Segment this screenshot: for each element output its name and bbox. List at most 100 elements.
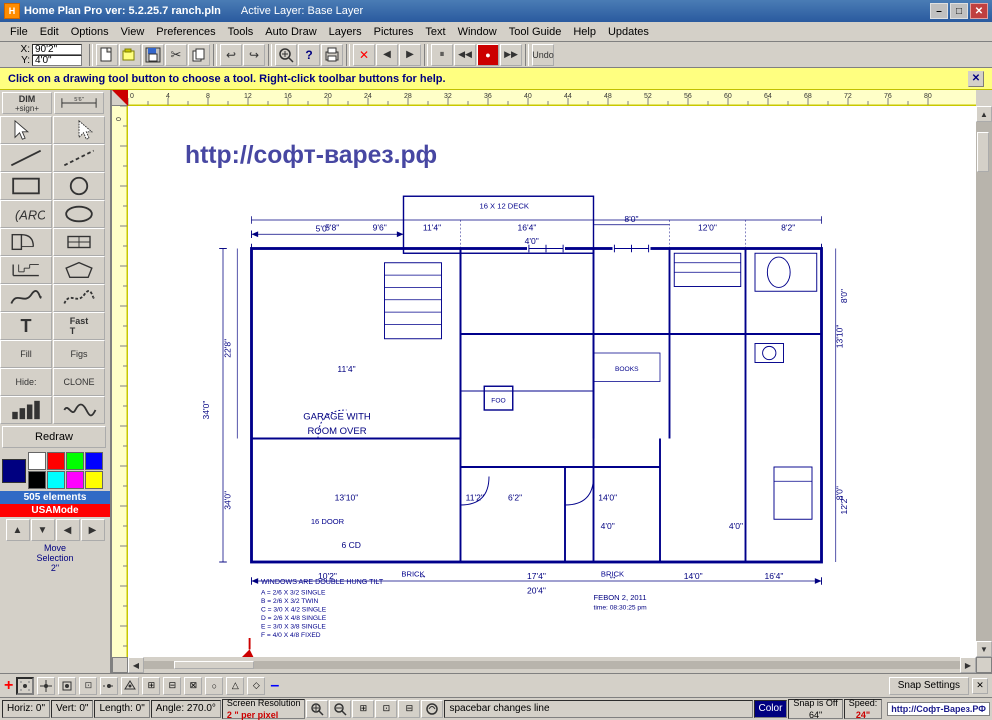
snap-btn-9[interactable]: ⊠ bbox=[184, 677, 202, 695]
menu-layers[interactable]: Layers bbox=[323, 24, 368, 40]
x-input[interactable] bbox=[32, 44, 82, 55]
snap-btn-1[interactable] bbox=[16, 677, 34, 695]
menu-view[interactable]: View bbox=[115, 24, 151, 40]
circle-tool-button[interactable] bbox=[53, 172, 105, 200]
undo2-button[interactable]: Undo bbox=[532, 44, 554, 66]
spline2-tool-button[interactable] bbox=[53, 284, 105, 312]
menu-toolguide[interactable]: Tool Guide bbox=[503, 24, 568, 40]
move-up-button[interactable]: ▲ bbox=[6, 519, 30, 541]
menu-options[interactable]: Options bbox=[65, 24, 115, 40]
snap-btn-5[interactable] bbox=[100, 677, 118, 695]
drawing-canvas[interactable]: .wall { stroke: #00008B; stroke-width: 2… bbox=[128, 106, 976, 657]
color-yellow[interactable] bbox=[85, 471, 103, 489]
color-cyan[interactable] bbox=[47, 471, 65, 489]
line-tool-button[interactable] bbox=[0, 144, 52, 172]
redo-button[interactable]: ↪ bbox=[243, 44, 265, 66]
zoom-in-button[interactable] bbox=[275, 44, 297, 66]
color-black[interactable] bbox=[28, 471, 46, 489]
y-input[interactable] bbox=[32, 55, 82, 66]
color-white[interactable] bbox=[28, 452, 46, 470]
window-tool-button[interactable] bbox=[53, 228, 105, 256]
menu-updates[interactable]: Updates bbox=[602, 24, 655, 40]
rect-tool-button[interactable] bbox=[0, 172, 52, 200]
ffwd-button[interactable]: ▶▶ bbox=[500, 44, 522, 66]
prev-button[interactable]: ◀ bbox=[376, 44, 398, 66]
arc-tool-button[interactable]: (ARC) bbox=[0, 200, 52, 228]
snap-btn-11[interactable]: △ bbox=[226, 677, 244, 695]
print-button[interactable] bbox=[321, 44, 343, 66]
menu-tools[interactable]: Tools bbox=[222, 24, 260, 40]
scroll-down-button[interactable]: ▼ bbox=[976, 641, 992, 657]
save-button[interactable] bbox=[142, 44, 164, 66]
fill-tool-button[interactable]: Fill bbox=[0, 340, 52, 368]
cut-button[interactable]: ✂ bbox=[165, 44, 187, 66]
undo-button[interactable]: ↩ bbox=[220, 44, 242, 66]
zoom-out-button[interactable] bbox=[329, 700, 351, 718]
snap-btn-12[interactable]: ◇ bbox=[247, 677, 265, 695]
view2-button[interactable]: ⊡ bbox=[375, 700, 397, 718]
snap-btn-8[interactable]: ⊟ bbox=[163, 677, 181, 695]
select2-tool-button[interactable] bbox=[53, 116, 105, 144]
copy-button[interactable] bbox=[188, 44, 210, 66]
maximize-button[interactable]: □ bbox=[950, 3, 968, 19]
snap-bar-close[interactable]: ✕ bbox=[972, 678, 988, 694]
poly-tool-button[interactable] bbox=[53, 256, 105, 284]
usa-mode-button[interactable]: USAMode bbox=[0, 504, 110, 517]
next-button[interactable]: ▶ bbox=[399, 44, 421, 66]
help-button[interactable]: ? bbox=[298, 44, 320, 66]
chart-tool-button[interactable] bbox=[0, 396, 52, 424]
scroll-right-button[interactable]: ▶ bbox=[960, 657, 976, 673]
close-button[interactable]: ✕ bbox=[970, 3, 988, 19]
minimize-button[interactable]: – bbox=[930, 3, 948, 19]
menu-text[interactable]: Text bbox=[419, 24, 451, 40]
pause-button[interactable]: ⏸ bbox=[431, 44, 453, 66]
move-rt-button[interactable]: ▶ bbox=[81, 519, 105, 541]
new-button[interactable] bbox=[96, 44, 118, 66]
menu-autodraw[interactable]: Auto Draw bbox=[259, 24, 322, 40]
view3-button[interactable]: ⊟ bbox=[398, 700, 420, 718]
redraw-button[interactable]: Redraw bbox=[2, 426, 106, 448]
select-tool-button[interactable] bbox=[0, 116, 52, 144]
snap-btn-6[interactable] bbox=[121, 677, 139, 695]
text-tool-button[interactable]: T bbox=[0, 312, 52, 340]
wave-tool-button[interactable] bbox=[53, 396, 105, 424]
figs-tool-button[interactable]: Figs bbox=[53, 340, 105, 368]
color-lime[interactable] bbox=[66, 452, 84, 470]
menu-help[interactable]: Help bbox=[567, 24, 602, 40]
scroll-up-button[interactable]: ▲ bbox=[976, 106, 992, 122]
color-magenta[interactable] bbox=[66, 471, 84, 489]
move-dn-button[interactable]: ▼ bbox=[31, 519, 55, 541]
infobar-close-button[interactable]: ✕ bbox=[968, 71, 984, 87]
spline-tool-button[interactable] bbox=[0, 284, 52, 312]
menu-window[interactable]: Window bbox=[452, 24, 503, 40]
color-blue[interactable] bbox=[85, 452, 103, 470]
menu-pictures[interactable]: Pictures bbox=[368, 24, 420, 40]
ellipse-tool-button[interactable] bbox=[53, 200, 105, 228]
delete-button[interactable]: ✕ bbox=[353, 44, 375, 66]
dash-tool-button[interactable] bbox=[53, 144, 105, 172]
snap-btn-4[interactable]: ⊡ bbox=[79, 677, 97, 695]
open-button[interactable] bbox=[119, 44, 141, 66]
fast-text-tool-button[interactable]: FastT bbox=[53, 312, 105, 340]
dim-button[interactable]: DIM +sign+ bbox=[2, 92, 52, 114]
horizontal-scrollbar[interactable]: ◀ ▶ bbox=[128, 657, 976, 673]
scroll-left-button[interactable]: ◀ bbox=[128, 657, 144, 673]
vertical-scrollbar[interactable]: ▲ ▼ bbox=[976, 106, 992, 657]
menu-preferences[interactable]: Preferences bbox=[150, 24, 221, 40]
snap-settings-button[interactable]: Snap Settings bbox=[889, 677, 969, 695]
dim2-button[interactable]: 5'6" bbox=[54, 92, 104, 114]
zoom-in-button[interactable] bbox=[306, 700, 328, 718]
snap-btn-10[interactable]: ○ bbox=[205, 677, 223, 695]
snap-btn-3[interactable] bbox=[58, 677, 76, 695]
snap-btn-7[interactable]: ⊞ bbox=[142, 677, 160, 695]
move-lt-button[interactable]: ◀ bbox=[56, 519, 80, 541]
hide-tool-button[interactable]: Hide: bbox=[0, 368, 52, 396]
door-tool-button[interactable] bbox=[0, 228, 52, 256]
active-color-swatch[interactable] bbox=[2, 459, 26, 483]
clone-tool-button[interactable]: CLONE bbox=[53, 368, 105, 396]
color-status[interactable]: Color bbox=[754, 700, 788, 718]
snap-btn-2[interactable] bbox=[37, 677, 55, 695]
rewind-button[interactable]: ◀◀ bbox=[454, 44, 476, 66]
menu-file[interactable]: File bbox=[4, 24, 34, 40]
color-red[interactable] bbox=[47, 452, 65, 470]
